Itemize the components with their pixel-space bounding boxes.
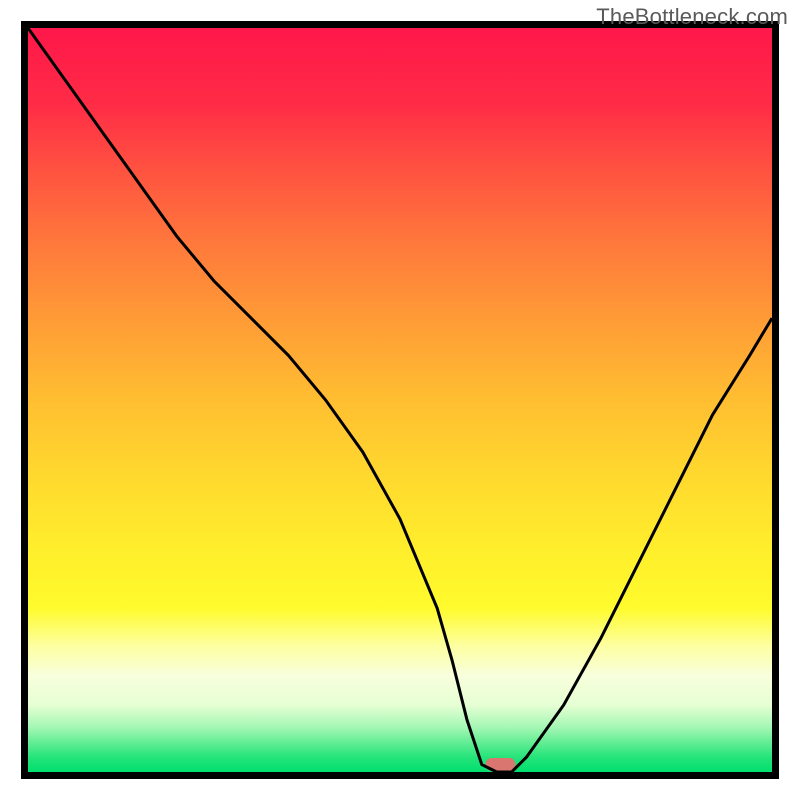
bottleneck-chart — [0, 0, 800, 800]
chart-background — [28, 28, 772, 772]
watermark-text: TheBottleneck.com — [596, 4, 788, 30]
